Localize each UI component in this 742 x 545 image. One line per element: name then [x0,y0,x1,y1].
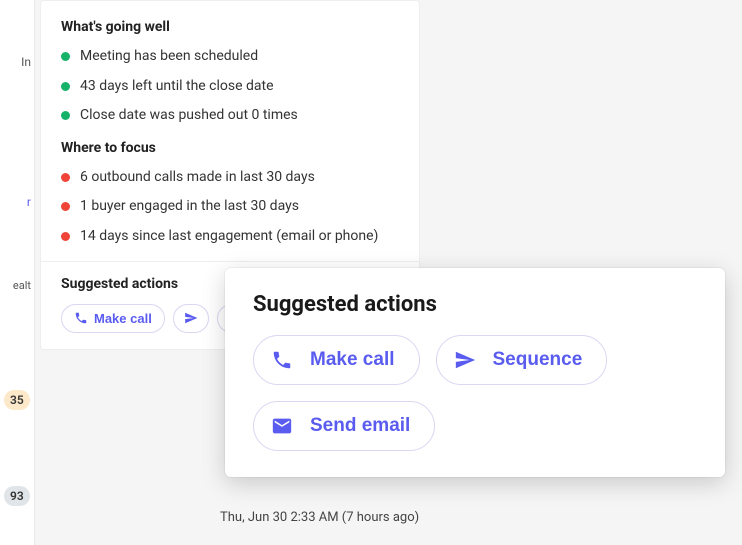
frag-r: r [27,195,31,209]
focus-item-text: 6 outbound calls made in last 30 days [80,168,315,188]
popover-actions-row: Make call Sequence Send email [253,335,697,451]
send-email-label: Send email [310,415,410,437]
dot-icon [61,232,70,241]
badge-93: 93 [4,486,30,506]
sequence-button[interactable]: Sequence [436,335,608,385]
well-title: What's going well [61,19,399,35]
well-item: Meeting has been scheduled [61,47,399,67]
dot-icon [61,111,70,120]
make-call-label: Make call [94,311,152,326]
suggested-actions-popover: Suggested actions Make call Sequence Sen… [225,268,725,477]
focus-item: 6 outbound calls made in last 30 days [61,168,399,188]
focus-item: 14 days since last engagement (email or … [61,227,399,247]
well-item-text: Meeting has been scheduled [80,47,258,67]
well-item: 43 days left until the close date [61,77,399,97]
well-item-text: Close date was pushed out 0 times [80,106,298,126]
sequence-label: Sequence [493,349,583,371]
dot-icon [61,82,70,91]
email-icon [268,412,296,440]
frag-in: In [21,55,31,69]
sequence-icon [184,311,198,325]
focus-title: Where to focus [61,140,399,156]
frag-ealt: ealt [13,279,31,292]
badge-35: 35 [4,390,30,410]
dot-icon [61,173,70,182]
make-call-button[interactable]: Make call [61,304,165,333]
dot-icon [61,202,70,211]
well-item: Close date was pushed out 0 times [61,106,399,126]
sequence-icon [451,346,479,374]
sequence-button[interactable] [173,304,209,333]
focus-item-text: 1 buyer engaged in the last 30 days [80,197,299,217]
focus-item-text: 14 days since last engagement (email or … [80,227,378,247]
dot-icon [61,52,70,61]
focus-item: 1 buyer engaged in the last 30 days [61,197,399,217]
timestamp: Thu, Jun 30 2:33 AM (7 hours ago) [220,510,419,525]
left-sidebar-fragment: In r ealt 35 93 [0,0,35,545]
popover-title: Suggested actions [253,292,697,317]
phone-icon [268,346,296,374]
make-call-label: Make call [310,349,395,371]
divider [41,261,419,262]
well-item-text: 43 days left until the close date [80,77,274,97]
make-call-button[interactable]: Make call [253,335,420,385]
send-email-button[interactable]: Send email [253,401,435,451]
phone-icon [74,311,88,325]
